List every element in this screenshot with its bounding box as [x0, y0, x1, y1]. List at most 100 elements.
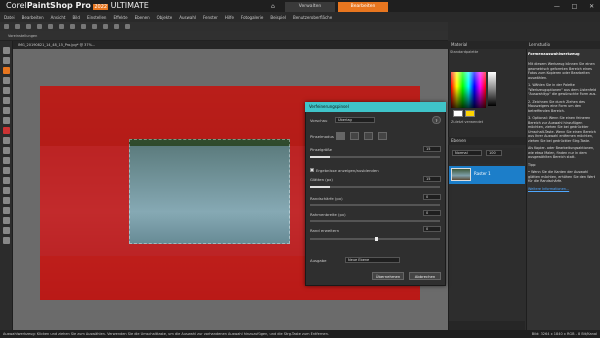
- adjust-icon[interactable]: [114, 24, 119, 29]
- preview-label: Vorschau: [310, 118, 328, 123]
- layer-thumbnail: [451, 168, 471, 181]
- menu-file[interactable]: Datei: [4, 15, 15, 20]
- smooth-field[interactable]: 15: [423, 176, 441, 182]
- zoom-icon[interactable]: [81, 24, 86, 29]
- learn-more-link[interactable]: Weitere Informationen...: [528, 187, 569, 191]
- brush-edge-icon[interactable]: [378, 132, 387, 140]
- straighten-icon[interactable]: [3, 107, 10, 114]
- smooth-slider-fill: [310, 186, 330, 188]
- crop-tool-icon[interactable]: [3, 97, 10, 104]
- feather-field[interactable]: 0: [423, 194, 441, 200]
- tab-edit[interactable]: Bearbeiten: [338, 2, 388, 12]
- dropper-icon[interactable]: [3, 87, 10, 94]
- menu-view[interactable]: Ansicht: [51, 15, 66, 20]
- maximize-button[interactable]: □: [572, 3, 578, 10]
- feather-slider[interactable]: [310, 204, 440, 206]
- menu-window[interactable]: Fenster: [203, 15, 218, 20]
- red-eye-icon[interactable]: [3, 127, 10, 134]
- output-label: Ausgabe: [310, 258, 327, 263]
- menu-adjust[interactable]: Einstellen: [87, 15, 107, 20]
- expand-edge-slider-knob[interactable]: [375, 237, 378, 241]
- show-results-checkbox-label: Ergebnisse anzeigen/ausblenden: [316, 168, 379, 173]
- help-icon[interactable]: ?: [432, 116, 441, 124]
- blend-mode-select[interactable]: Normal: [452, 150, 482, 156]
- learning-paragraph: • Wenn Sie die Kanten der Auswahl glätte…: [528, 170, 596, 183]
- shape-tool-icon[interactable]: [3, 217, 10, 224]
- paint-brush-icon[interactable]: [3, 167, 10, 174]
- feather-label: Randschärfe (px): [310, 196, 343, 201]
- menu-layers[interactable]: Ebenen: [135, 15, 150, 20]
- brush-add-icon[interactable]: [336, 132, 345, 140]
- airbrush-icon[interactable]: [3, 177, 10, 184]
- menu-edit[interactable]: Bearbeiten: [22, 15, 44, 20]
- menu-effects[interactable]: Effekte: [113, 15, 127, 20]
- layer-name[interactable]: Raster 1: [474, 171, 491, 176]
- pick-tool-icon[interactable]: [3, 47, 10, 54]
- grayscale-ramp[interactable]: [488, 72, 496, 106]
- rotate-icon[interactable]: [70, 24, 75, 29]
- undo-icon[interactable]: [37, 24, 42, 29]
- title-prefix: Corel: [6, 1, 27, 10]
- menu-selection[interactable]: Auswahl: [179, 15, 196, 20]
- minimize-button[interactable]: —: [554, 3, 560, 10]
- learning-paragraph: Mit diesem Werkzeug können Sie einen geo…: [528, 62, 595, 80]
- learning-center-header: Lernstudio: [526, 41, 600, 49]
- home-icon[interactable]: ⌂: [271, 3, 279, 10]
- selection-area[interactable]: [129, 139, 290, 244]
- border-width-field[interactable]: 0: [423, 210, 441, 216]
- dialog-title[interactable]: Verfeinerungspinsel: [305, 102, 446, 112]
- clone-icon[interactable]: [3, 147, 10, 154]
- open-file-icon[interactable]: [15, 24, 20, 29]
- close-button[interactable]: ✕: [589, 3, 594, 10]
- brush-size-slider[interactable]: [310, 156, 440, 158]
- perspective-icon[interactable]: [3, 117, 10, 124]
- fill-icon[interactable]: [3, 197, 10, 204]
- save-icon[interactable]: [26, 24, 31, 29]
- image-info: Bild: 3264 x 1840 x RGB - 8 Bit/Kanal: [531, 332, 597, 336]
- expand-edge-field[interactable]: 0: [423, 226, 441, 232]
- color-palette-shade: [451, 72, 486, 108]
- smooth-label: Glätten (px): [310, 177, 333, 182]
- background-color-swatch[interactable]: [465, 110, 475, 117]
- menu-bar: Datei Bearbeiten Ansicht Bild Einstellen…: [0, 12, 600, 22]
- materials-palette-select[interactable]: Standardpalette: [450, 50, 524, 57]
- menu-help[interactable]: Hilfe: [225, 15, 234, 20]
- menu-ui[interactable]: Benutzeroberfläche: [293, 15, 332, 20]
- brush-subtract-icon[interactable]: [350, 132, 359, 140]
- opacity-field[interactable]: 100: [486, 150, 502, 156]
- text-tool-icon[interactable]: [3, 207, 10, 214]
- new-file-icon[interactable]: [4, 24, 9, 29]
- brush-smooth-icon[interactable]: [364, 132, 373, 140]
- menu-objects[interactable]: Objekte: [157, 15, 173, 20]
- menu-example[interactable]: Beispiel: [270, 15, 286, 20]
- warp-brush-icon[interactable]: [3, 237, 10, 244]
- brush-size-field[interactable]: 15: [423, 146, 441, 152]
- selection-tool-icon[interactable]: [3, 67, 10, 74]
- scratch-remover-icon[interactable]: [3, 157, 10, 164]
- crop-icon[interactable]: [59, 24, 64, 29]
- selection-mask-overlay: [40, 139, 129, 244]
- show-results-checkbox[interactable]: [310, 168, 314, 172]
- effects-icon[interactable]: [125, 24, 130, 29]
- preview-mode-select[interactable]: Überlag: [335, 117, 375, 123]
- layers-icon[interactable]: [92, 24, 97, 29]
- foreground-color-swatch[interactable]: [453, 110, 463, 117]
- freehand-selection-icon[interactable]: [3, 77, 10, 84]
- makeover-icon[interactable]: [3, 137, 10, 144]
- window-controls: — □ ✕: [548, 0, 600, 12]
- menu-image[interactable]: Bild: [72, 15, 80, 20]
- move-tool-icon[interactable]: [3, 57, 10, 64]
- menu-gallery[interactable]: Fotogalerie: [241, 15, 263, 20]
- cancel-button[interactable]: Abbrechen: [409, 272, 441, 280]
- border-width-slider[interactable]: [310, 220, 440, 222]
- smooth-slider[interactable]: [310, 186, 440, 188]
- tool-options-bar[interactable]: Voreinstellungen: [0, 31, 448, 41]
- output-select[interactable]: Neue Ebene: [345, 257, 400, 263]
- tab-manage[interactable]: Verwalten: [285, 2, 335, 12]
- redo-icon[interactable]: [48, 24, 53, 29]
- selection-icon[interactable]: [103, 24, 108, 29]
- pen-tool-icon[interactable]: [3, 227, 10, 234]
- eraser-icon[interactable]: [3, 187, 10, 194]
- apply-button[interactable]: Übernehmen: [372, 272, 404, 280]
- brush-size-slider-fill: [310, 156, 330, 158]
